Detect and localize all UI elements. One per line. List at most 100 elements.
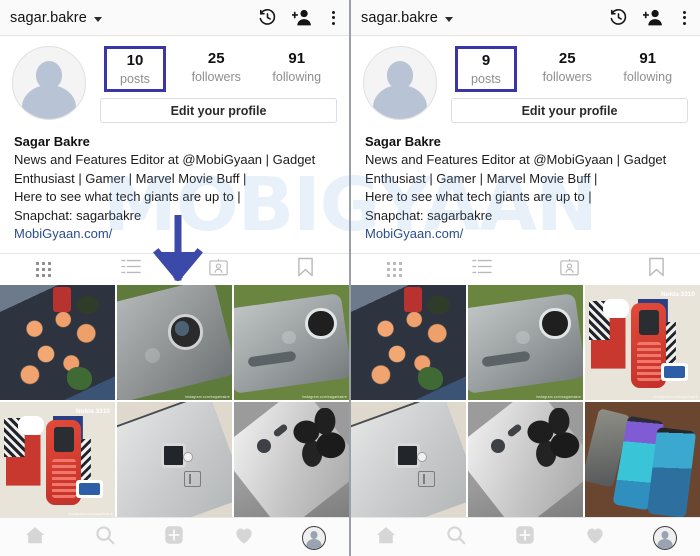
stat-value: 9 [481, 52, 491, 69]
chevron-down-icon [444, 16, 453, 22]
nav-profile[interactable] [630, 525, 700, 550]
post-sushi[interactable] [351, 284, 466, 400]
avatar[interactable] [363, 46, 437, 120]
bio-line: News and Features Editor at @MobiGyaan |… [14, 152, 316, 167]
tagged-person-icon [559, 258, 579, 281]
stat-value: 10 [126, 52, 144, 69]
top-app-bar: sagar.bakre [351, 0, 700, 36]
website-link[interactable]: MobiGyaan.com/ [365, 225, 686, 244]
post-thumbnail [468, 401, 583, 517]
stat-value: 91 [288, 50, 306, 67]
stat-followers[interactable]: 25 followers [176, 46, 257, 86]
tab-list-tab[interactable] [87, 254, 174, 285]
post-oneplus[interactable] [117, 401, 232, 517]
add-person-icon[interactable] [643, 8, 664, 27]
stat-following[interactable]: 91 following [257, 46, 338, 86]
post-lg-phones[interactable] [585, 401, 700, 517]
tab-grid-tab[interactable] [0, 254, 87, 285]
plus-square-icon [514, 524, 536, 551]
nav-search[interactable] [70, 524, 140, 551]
post-nokia-3310[interactable]: Nokia 3310 instagram.com/sagarbakre [0, 401, 115, 517]
tab-grid-tab[interactable] [351, 254, 438, 285]
post-oneplus[interactable] [351, 401, 466, 517]
nav-home[interactable] [351, 524, 421, 551]
tab-list-tab[interactable] [438, 254, 525, 285]
stat-label: followers [542, 70, 592, 84]
post-watermark-caption: instagram.com/sagarbakre [68, 511, 113, 516]
post-nokia-3310[interactable]: Nokia 3310 instagram.com/sagarbakre [585, 284, 700, 400]
nav-activity[interactable] [209, 525, 279, 550]
avatar-body [373, 85, 427, 119]
nav-add-post[interactable] [491, 524, 561, 551]
stat-posts[interactable]: 9 posts [455, 46, 517, 92]
add-person-icon[interactable] [292, 8, 313, 27]
profile-tab-bar [351, 252, 700, 285]
post-watermark-caption: instagram.com/sagarbakre [185, 394, 230, 399]
stat-label: followers [191, 70, 241, 84]
post-thumbnail [351, 401, 466, 517]
plus-square-icon [163, 524, 185, 551]
post-moto-z2-top[interactable]: instagram.com/sagarbakre [117, 284, 232, 400]
list-icon [472, 258, 492, 280]
post-watermark-caption: instagram.com/sagarbakre [536, 394, 581, 399]
stat-value: 25 [558, 50, 576, 67]
post-xperia-xz[interactable] [234, 401, 349, 517]
home-icon [375, 524, 397, 551]
post-overlay-label: Nokia 3310 [661, 290, 695, 298]
nav-activity[interactable] [560, 525, 630, 550]
account-switcher-username[interactable]: sagar.bakre [361, 10, 438, 26]
heart-icon [584, 525, 606, 550]
profile-tab-bar [0, 252, 349, 285]
overflow-menu-icon[interactable] [328, 9, 339, 27]
stat-following[interactable]: 91 following [608, 46, 689, 86]
tab-tagged-tab[interactable] [526, 254, 613, 285]
post-moto-z2-side[interactable]: instagram.com/sagarbakre [234, 284, 349, 400]
edit-profile-button[interactable]: Edit your profile [451, 98, 688, 123]
grid-icon [387, 261, 403, 277]
phone-screen-after: sagar.bakre 9 posts 25 followers 91 following E… [351, 0, 700, 556]
stat-posts[interactable]: 10 posts [104, 46, 166, 92]
search-icon [94, 524, 116, 551]
nav-add-post[interactable] [140, 524, 210, 551]
history-icon[interactable] [609, 8, 628, 27]
home-icon [24, 524, 46, 551]
stats-row: 9 posts 25 followers 91 following [451, 46, 688, 92]
nav-home[interactable] [0, 524, 70, 551]
account-switcher[interactable]: sagar.bakre [361, 10, 453, 26]
post-thumbnail [117, 401, 232, 517]
stat-value: 91 [639, 50, 657, 67]
search-icon [445, 524, 467, 551]
post-xperia-xz[interactable] [468, 401, 583, 517]
overflow-menu-icon[interactable] [679, 9, 690, 27]
post-watermark-caption: instagram.com/sagarbakre [302, 394, 347, 399]
account-switcher-username[interactable]: sagar.bakre [10, 10, 87, 26]
grid-icon [36, 261, 52, 277]
nav-profile[interactable] [279, 525, 349, 550]
tab-saved-tab[interactable] [613, 254, 700, 285]
stat-followers[interactable]: 25 followers [527, 46, 608, 86]
post-overlay-label: Nokia 3310 [76, 407, 110, 415]
post-thumbnail [234, 284, 349, 400]
photo-grid: instagram.com/sagarbakre Nokia 3310 instag… [351, 284, 700, 517]
chevron-down-icon [93, 16, 102, 22]
stat-label: posts [120, 72, 150, 86]
nav-search[interactable] [421, 524, 491, 551]
comparison-screenshots: sagar.bakre 10 posts 25 followers 91 following… [0, 0, 700, 556]
history-icon[interactable] [258, 8, 277, 27]
bio-block: Sagar Bakre News and Features Editor at @… [12, 133, 337, 244]
profile-avatar-icon [302, 525, 327, 550]
avatar[interactable] [12, 46, 86, 120]
tab-tagged-tab[interactable] [175, 254, 262, 285]
avatar-body [22, 85, 76, 119]
post-thumbnail [117, 284, 232, 400]
website-link[interactable]: MobiGyaan.com/ [14, 225, 335, 244]
post-thumbnail [234, 401, 349, 517]
account-switcher[interactable]: sagar.bakre [10, 10, 102, 26]
post-moto-z2-side[interactable]: instagram.com/sagarbakre [468, 284, 583, 400]
bottom-navigation-bar [351, 516, 700, 556]
post-sushi[interactable] [0, 284, 115, 400]
tab-saved-tab[interactable] [262, 254, 349, 285]
bio-line: Here to see what tech giants are up to | [365, 189, 592, 204]
post-thumbnail [351, 284, 466, 400]
edit-profile-button[interactable]: Edit your profile [100, 98, 337, 123]
